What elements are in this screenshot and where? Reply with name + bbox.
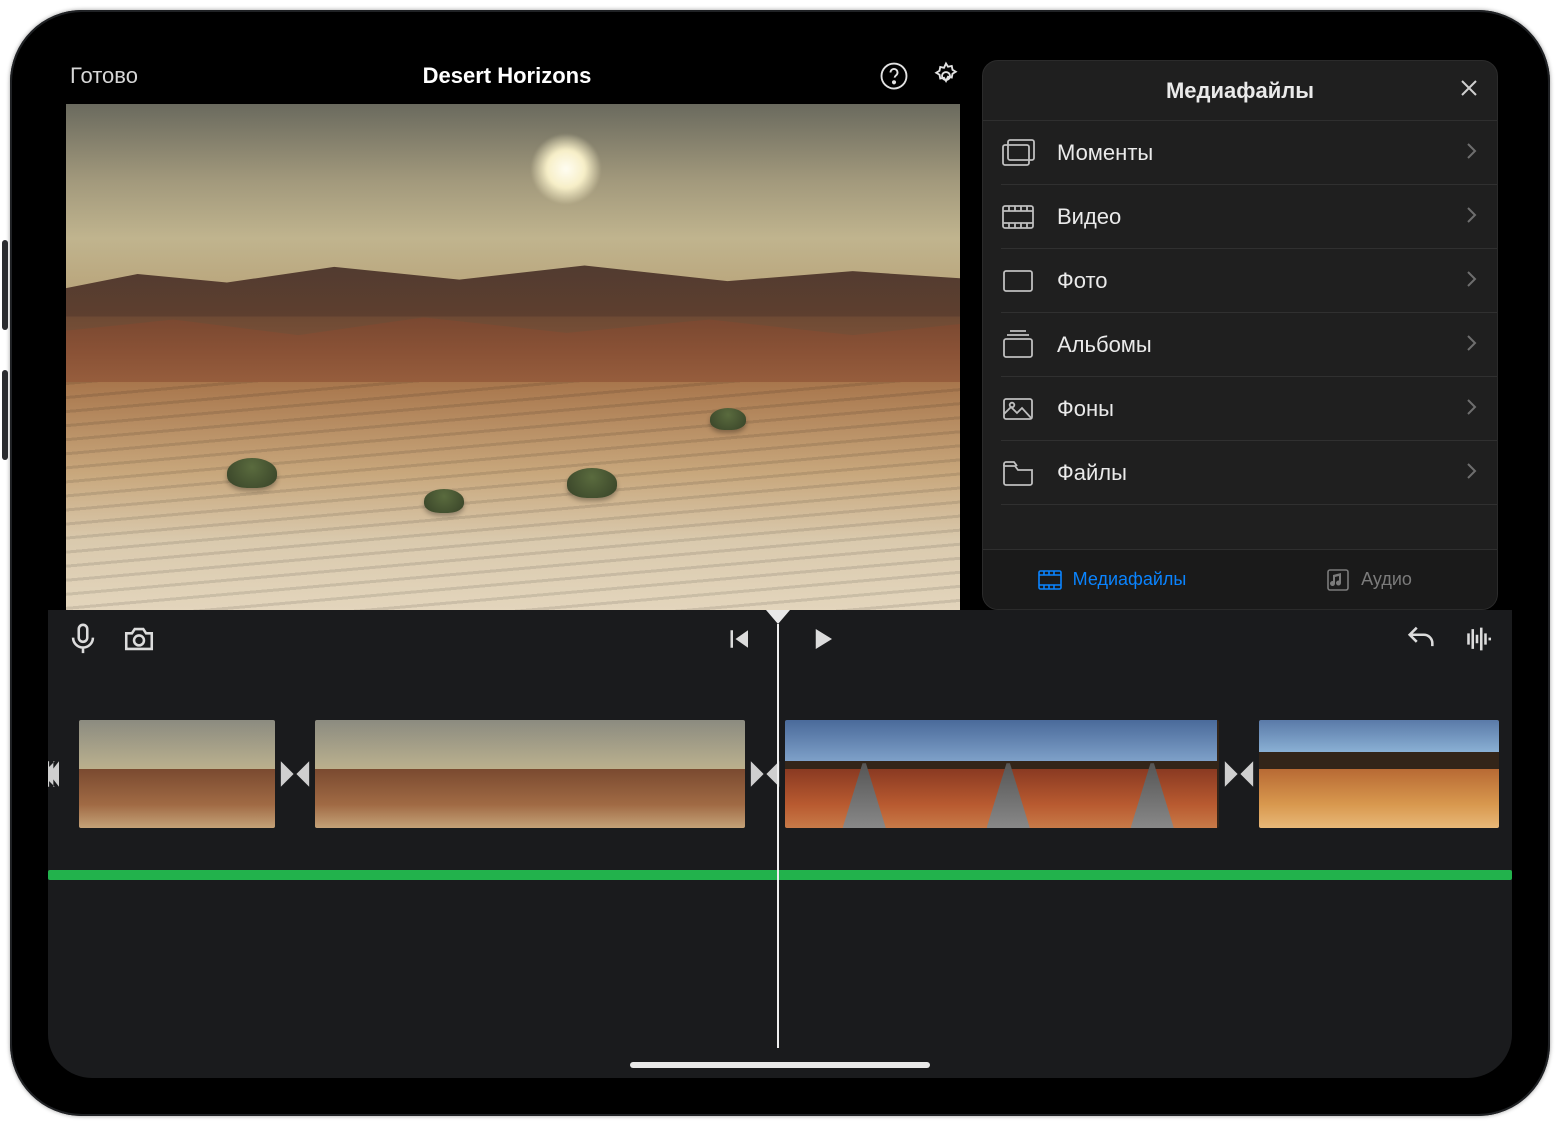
video-icon bbox=[1001, 202, 1035, 232]
files-icon bbox=[1001, 458, 1035, 488]
transition-button[interactable] bbox=[1222, 757, 1256, 791]
record-voiceover-button[interactable] bbox=[66, 622, 100, 656]
media-row-video[interactable]: Видео bbox=[1001, 185, 1497, 249]
media-panel-tabs: Медиафайлы Аудио bbox=[983, 549, 1497, 609]
help-button[interactable] bbox=[876, 58, 912, 94]
help-icon bbox=[879, 61, 909, 91]
preview-viewer[interactable] bbox=[66, 104, 960, 610]
tab-media[interactable]: Медиафайлы bbox=[983, 550, 1240, 609]
home-indicator[interactable] bbox=[630, 1062, 930, 1068]
done-button[interactable]: Готово bbox=[70, 63, 138, 89]
project-topbar: Готово Desert Horizons bbox=[48, 48, 978, 104]
gear-icon bbox=[931, 61, 961, 91]
play-button[interactable] bbox=[805, 622, 839, 656]
tab-audio-label: Аудио bbox=[1361, 569, 1412, 590]
rewind-button[interactable] bbox=[721, 622, 755, 656]
media-row-label: Файлы bbox=[1057, 460, 1127, 486]
media-row-label: Моменты bbox=[1057, 140, 1153, 166]
screen: Готово Desert Horizons bbox=[48, 48, 1512, 1078]
transition-edge-start[interactable] bbox=[48, 757, 76, 791]
media-row-moments[interactable]: Моменты bbox=[1001, 121, 1497, 185]
camera-icon bbox=[122, 622, 156, 656]
media-panel-list: Моменты Видео Фото bbox=[983, 121, 1497, 549]
ipad-frame: Готово Desert Horizons bbox=[10, 10, 1550, 1116]
media-row-backgrounds[interactable]: Фоны bbox=[1001, 377, 1497, 441]
project-title: Desert Horizons bbox=[154, 63, 860, 89]
timeline[interactable] bbox=[48, 610, 1512, 1078]
chevron-right-icon bbox=[1465, 140, 1477, 166]
hardware-buttons bbox=[2, 240, 8, 460]
viewer-column: Готово Desert Horizons bbox=[48, 48, 978, 610]
media-panel: Медиафайлы Моменты bbox=[982, 60, 1498, 610]
media-row-label: Фото bbox=[1057, 268, 1108, 294]
chevron-right-icon bbox=[1465, 204, 1477, 230]
playhead-marker[interactable] bbox=[766, 610, 790, 624]
media-row-label: Фоны bbox=[1057, 396, 1114, 422]
timeline-clip[interactable] bbox=[79, 720, 275, 828]
backgrounds-icon bbox=[1001, 394, 1035, 424]
microphone-icon bbox=[66, 622, 100, 656]
media-panel-title: Медиафайлы bbox=[1166, 78, 1314, 104]
top-area: Готово Desert Horizons bbox=[48, 48, 1512, 610]
timeline-clip[interactable] bbox=[315, 720, 745, 828]
audio-track[interactable] bbox=[48, 870, 1512, 880]
photo-icon bbox=[1001, 266, 1035, 296]
transition-button[interactable] bbox=[278, 757, 312, 791]
tab-audio[interactable]: Аудио bbox=[1240, 550, 1497, 609]
media-row-label: Альбомы bbox=[1057, 332, 1152, 358]
media-row-files[interactable]: Файлы bbox=[1001, 441, 1497, 505]
moments-icon bbox=[1001, 138, 1035, 168]
playhead-line[interactable] bbox=[777, 624, 779, 1048]
albums-icon bbox=[1001, 330, 1035, 360]
video-track[interactable] bbox=[48, 718, 1512, 830]
media-panel-header: Медиафайлы bbox=[983, 61, 1497, 121]
camera-button[interactable] bbox=[122, 622, 156, 656]
timeline-clip[interactable] bbox=[785, 720, 1219, 828]
undo-button[interactable] bbox=[1404, 622, 1438, 656]
media-panel-close-button[interactable] bbox=[1457, 76, 1481, 106]
music-icon bbox=[1325, 567, 1351, 593]
chevron-right-icon bbox=[1465, 460, 1477, 486]
settings-button[interactable] bbox=[928, 58, 964, 94]
tab-media-label: Медиафайлы bbox=[1073, 569, 1187, 590]
play-icon bbox=[807, 624, 837, 654]
undo-icon bbox=[1404, 622, 1438, 656]
close-icon bbox=[1457, 76, 1481, 100]
chevron-right-icon bbox=[1465, 396, 1477, 422]
filmstrip-icon bbox=[1037, 567, 1063, 593]
media-row-photo[interactable]: Фото bbox=[1001, 249, 1497, 313]
media-row-label: Видео bbox=[1057, 204, 1121, 230]
chevron-right-icon bbox=[1465, 268, 1477, 294]
timeline-clip[interactable] bbox=[1259, 720, 1499, 828]
chevron-right-icon bbox=[1465, 332, 1477, 358]
waveform-button[interactable] bbox=[1460, 622, 1494, 656]
media-row-albums[interactable]: Альбомы bbox=[1001, 313, 1497, 377]
waveform-icon bbox=[1460, 622, 1494, 656]
skip-back-icon bbox=[723, 624, 753, 654]
